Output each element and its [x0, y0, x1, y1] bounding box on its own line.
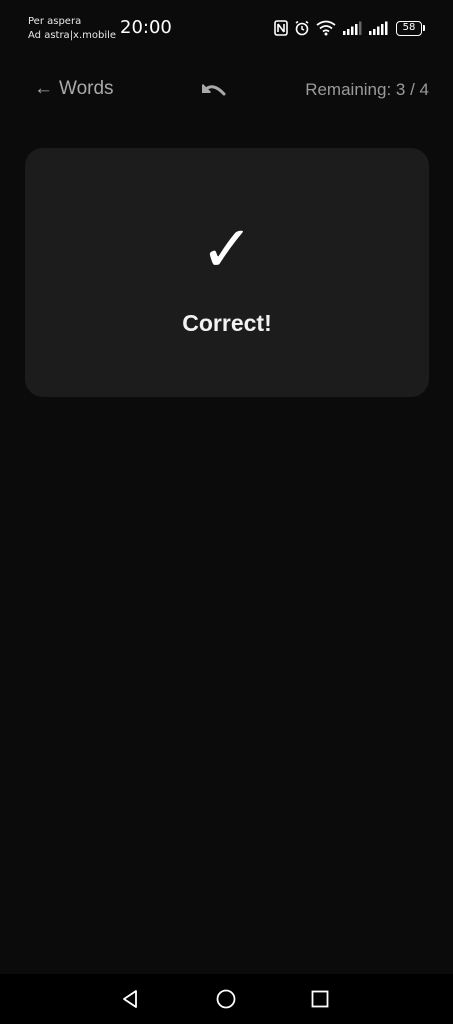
nav-home-button[interactable]: [215, 988, 237, 1010]
app-screen: Per aspera Ad astra|x.mobile 20:00 58 ← …: [0, 0, 453, 1024]
system-nav-bar: [0, 974, 453, 1024]
wifi-icon: [316, 20, 336, 36]
signal-icon: [343, 21, 362, 35]
result-card: ✓ Correct!: [25, 148, 429, 397]
top-nav: ← Words Remaining: 3 / 4: [0, 70, 453, 110]
home-circle-icon: [216, 989, 236, 1009]
status-bar: Per aspera Ad astra|x.mobile 20:00 58: [0, 0, 453, 56]
nav-recents-button[interactable]: [309, 988, 331, 1010]
back-triangle-icon: [123, 990, 137, 1008]
battery-level: 58: [396, 20, 422, 36]
recents-square-icon: [311, 990, 329, 1008]
undo-icon: [202, 84, 226, 96]
check-mark-icon: ✓: [200, 213, 254, 287]
undo-button[interactable]: [199, 77, 227, 101]
back-arrow-icon: ←: [34, 78, 53, 99]
status-clock: 20:00: [120, 17, 172, 38]
back-label: Words: [59, 78, 114, 99]
status-icons: 58: [274, 18, 425, 38]
battery-tip: [423, 25, 425, 31]
battery-icon: 58: [396, 20, 425, 36]
signal-icon: [369, 21, 388, 35]
result-text: Correct!: [182, 310, 272, 336]
alarm-icon: [295, 20, 309, 36]
carrier-info: Per aspera Ad astra|x.mobile: [28, 15, 116, 43]
back-to-words-button[interactable]: ← Words: [34, 78, 114, 100]
remaining-counter: Remaining: 3 / 4: [305, 80, 429, 99]
carrier-line-1: Per aspera: [28, 16, 82, 27]
nav-back-button[interactable]: [120, 988, 142, 1010]
nfc-icon: [274, 20, 288, 36]
carrier-line-2: Ad astra|x.mobile: [28, 30, 117, 41]
